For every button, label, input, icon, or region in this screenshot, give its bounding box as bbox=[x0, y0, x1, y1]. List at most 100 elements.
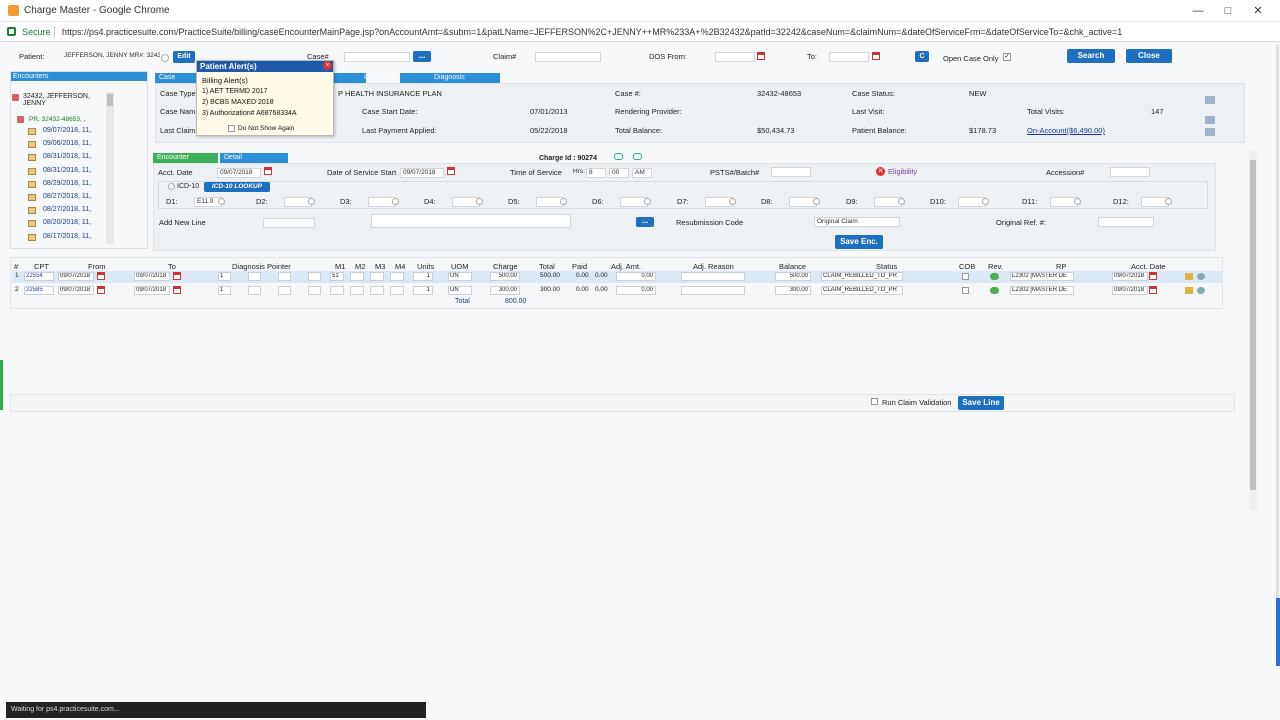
acct-date-input[interactable]: 09/07/2018 bbox=[217, 168, 261, 178]
sidebar-encounter-item[interactable]: 08/27/2018, 11, bbox=[43, 206, 91, 213]
sidebar-encounter-item[interactable]: 09/06/2018, 11, bbox=[43, 140, 91, 147]
dx-pointer-input[interactable] bbox=[248, 272, 261, 281]
psts-batch-input[interactable] bbox=[771, 167, 811, 177]
status-select[interactable]: CLAIM_REBILLED_TO_PR bbox=[821, 286, 903, 295]
balance-input[interactable]: 300.00 bbox=[775, 286, 811, 295]
uom-select[interactable]: UN bbox=[448, 272, 472, 281]
from-date-input[interactable]: 09/07/2018 bbox=[58, 272, 94, 281]
dx-pointer-input[interactable] bbox=[278, 286, 291, 295]
close-button[interactable]: Close bbox=[1126, 49, 1172, 63]
sidebar-encounter-item[interactable]: 08/31/2018, 11, bbox=[43, 167, 91, 174]
maximize-icon[interactable]: □ bbox=[1220, 3, 1236, 19]
do-not-show-checkbox[interactable] bbox=[228, 125, 235, 132]
modifier-input[interactable] bbox=[350, 272, 364, 281]
popup-close-icon[interactable]: × bbox=[323, 61, 332, 70]
icd-lookup-button[interactable]: ICD-10 LOOKUP bbox=[204, 182, 270, 192]
sidebar-scrollbar[interactable] bbox=[106, 92, 114, 244]
delete-line-icon[interactable] bbox=[1197, 273, 1205, 280]
address-bar[interactable]: Secure https://ps4.practicesuite.com/Pra… bbox=[0, 22, 1280, 42]
units-input[interactable]: 1 bbox=[413, 272, 433, 281]
save-encounter-button[interactable]: Save Enc. bbox=[835, 235, 883, 249]
open-case-only-checkbox[interactable]: ✓ bbox=[1003, 53, 1011, 61]
sidebar-patient-node[interactable]: 32432, JEFFERSON, JENNY bbox=[23, 93, 103, 107]
cpt-input[interactable]: 22554 bbox=[24, 272, 54, 281]
sidebar-scroll-thumb[interactable] bbox=[107, 94, 113, 106]
minutes-select[interactable]: 00 bbox=[609, 168, 629, 178]
accession-input[interactable] bbox=[1110, 167, 1150, 177]
calendar-icon[interactable] bbox=[264, 167, 272, 175]
minimize-icon[interactable]: — bbox=[1190, 3, 1206, 19]
charge-input[interactable]: 500.00 bbox=[490, 272, 520, 281]
tab-detail[interactable]: Detail bbox=[220, 153, 288, 163]
message-icon[interactable] bbox=[633, 153, 642, 160]
tab-diagnosis[interactable]: Diagnosis bbox=[400, 73, 500, 83]
sidebar-case-node[interactable]: PR, 32432-48653, , bbox=[29, 116, 85, 123]
acct-date-input[interactable]: 09/07/2018 bbox=[1112, 272, 1148, 281]
notes-textarea[interactable] bbox=[371, 214, 571, 228]
claim-number-input[interactable] bbox=[535, 52, 601, 62]
to-date-input[interactable]: 09/07/2018 bbox=[134, 272, 170, 281]
dx-pointer-radio[interactable] bbox=[476, 198, 483, 205]
dos-from-input[interactable] bbox=[715, 52, 755, 62]
calendar-icon[interactable] bbox=[757, 52, 765, 60]
sidebar-encounter-item[interactable]: 08/29/2018, 11, bbox=[43, 180, 91, 187]
uom-select[interactable]: UN bbox=[448, 286, 472, 295]
case-number-input[interactable] bbox=[344, 52, 410, 62]
sidebar-encounter-item[interactable]: 08/31/2018, 11, bbox=[43, 153, 91, 160]
modifier-input[interactable]: 51 bbox=[330, 272, 344, 281]
dx-pointer-radio[interactable] bbox=[560, 198, 567, 205]
dx-pointer-radio[interactable] bbox=[392, 198, 399, 205]
patient-field[interactable]: JEFFERSON, JENNY MR#: 32432 bbox=[62, 52, 160, 62]
modifier-input[interactable] bbox=[370, 272, 384, 281]
dx-pointer-radio[interactable] bbox=[308, 198, 315, 205]
calendar-icon[interactable] bbox=[97, 286, 105, 294]
sidebar-encounter-item[interactable]: 08/17/2018, 11, bbox=[43, 233, 91, 240]
comment-icon[interactable] bbox=[614, 153, 623, 160]
dx-pointer-radio[interactable] bbox=[813, 198, 820, 205]
calendar-icon[interactable] bbox=[1149, 272, 1157, 280]
modifier-input[interactable] bbox=[390, 272, 404, 281]
case-history-icon[interactable] bbox=[1205, 128, 1215, 136]
delete-line-icon[interactable] bbox=[1197, 287, 1205, 294]
page-scrollbar[interactable] bbox=[1249, 150, 1257, 510]
tab-insurance[interactable]: Insurance bbox=[330, 73, 395, 83]
url-text[interactable]: https://ps4.practicesuite.com/PracticeSu… bbox=[62, 27, 1262, 37]
dos-start-input[interactable]: 09/07/2018 bbox=[400, 168, 444, 178]
clear-dates-button[interactable]: C bbox=[915, 51, 929, 62]
adj-reason-select[interactable] bbox=[681, 286, 745, 295]
cob-checkbox[interactable] bbox=[962, 273, 969, 280]
on-account-link[interactable]: On-Account($6,490.00) bbox=[1027, 126, 1105, 135]
edit-line-icon[interactable] bbox=[1185, 273, 1193, 280]
run-claim-validation-checkbox[interactable] bbox=[871, 398, 878, 405]
sidebar-encounter-item[interactable]: 08/27/2018, 11, bbox=[43, 193, 91, 200]
adj-reason-select[interactable] bbox=[681, 272, 745, 281]
balance-input[interactable]: 500.00 bbox=[775, 272, 811, 281]
rp-select[interactable]: L2302 [MASTER DE bbox=[1010, 272, 1074, 281]
dx-pointer-radio[interactable] bbox=[898, 198, 905, 205]
dx-pointer-radio[interactable] bbox=[644, 198, 651, 205]
dx-pointer-input[interactable] bbox=[278, 272, 291, 281]
modifier-input[interactable] bbox=[350, 286, 364, 295]
dx-pointer-radio[interactable] bbox=[729, 198, 736, 205]
calendar-icon[interactable] bbox=[447, 167, 455, 175]
sidebar-encounter-item[interactable]: 08/20/2018, 11, bbox=[43, 219, 91, 226]
calendar-icon[interactable] bbox=[872, 52, 880, 60]
more-options-button[interactable]: ... bbox=[636, 217, 654, 227]
edit-case-icon[interactable] bbox=[1205, 96, 1215, 104]
window-scroll-thumb[interactable] bbox=[1276, 598, 1280, 666]
dx-pointer-radio[interactable] bbox=[1165, 198, 1172, 205]
ampm-select[interactable]: AM bbox=[632, 168, 652, 178]
dx-pointer-input[interactable] bbox=[308, 272, 321, 281]
page-scroll-thumb[interactable] bbox=[1250, 160, 1256, 490]
calendar-icon[interactable] bbox=[1149, 286, 1157, 294]
cob-checkbox[interactable] bbox=[962, 287, 969, 294]
tab-encounter[interactable]: Encounter bbox=[153, 153, 218, 163]
dx-pointer-radio[interactable] bbox=[218, 198, 225, 205]
dos-to-input[interactable] bbox=[829, 52, 869, 62]
case-lookup-button[interactable]: ... bbox=[413, 51, 431, 62]
cpt-input[interactable]: 22585 bbox=[24, 286, 54, 295]
resubmission-code-select[interactable]: Original Claim bbox=[814, 217, 900, 227]
modifier-input[interactable] bbox=[370, 286, 384, 295]
window-scrollbar[interactable] bbox=[1276, 45, 1279, 665]
revenue-icon[interactable] bbox=[990, 287, 999, 294]
